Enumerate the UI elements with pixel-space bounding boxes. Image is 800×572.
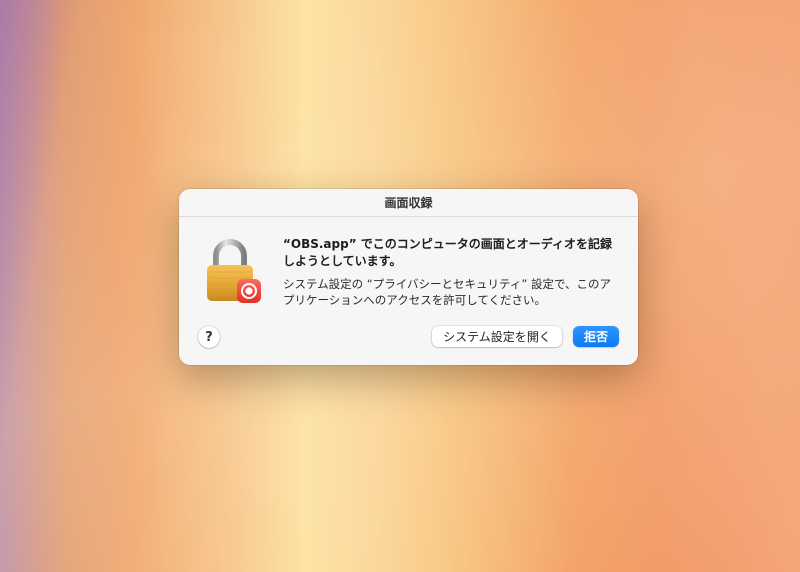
dialog-title: 画面収録 — [384, 196, 433, 210]
permission-dialog: 画面収録 “OBS.app” でこのコンピュータの画面とオーディオを記録しようと… — [179, 189, 638, 365]
dialog-body: システム設定の “プライバシーとセキュリティ” 設定で、このアプリケーションへの… — [283, 277, 611, 307]
open-system-settings-button[interactable]: システム設定を開く — [432, 326, 562, 347]
deny-button[interactable]: 拒否 — [573, 326, 619, 347]
dialog-titlebar: 画面収録 — [179, 189, 638, 217]
screen-record-icon — [237, 279, 261, 303]
help-button[interactable]: ? — [198, 326, 220, 348]
dialog-headline: “OBS.app” でこのコンピュータの画面とオーディオを記録しようとしています… — [283, 237, 612, 268]
help-icon: ? — [205, 329, 213, 345]
lock-icon — [205, 239, 265, 305]
dialog-message: “OBS.app” でこのコンピュータの画面とオーディオを記録しようとしています… — [283, 236, 619, 308]
